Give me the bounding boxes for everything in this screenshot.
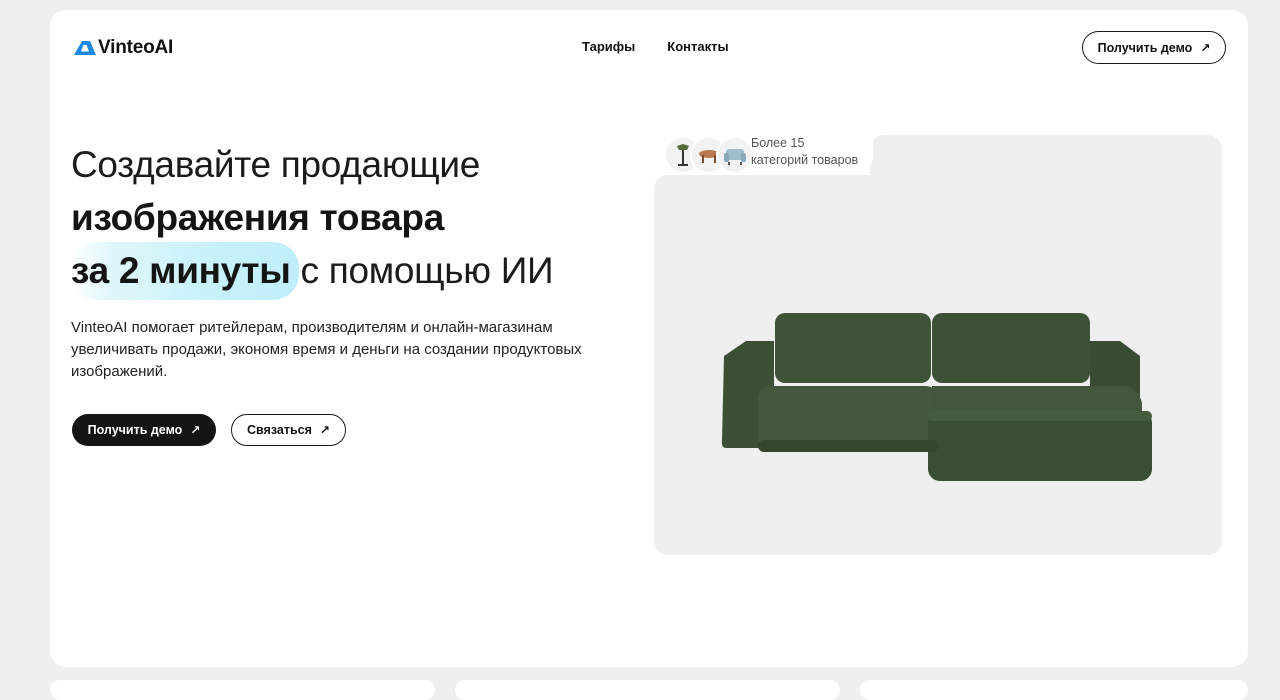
main-nav: Тарифы Контакты xyxy=(582,39,729,54)
arrow-up-right-icon: ↗ xyxy=(1200,40,1211,55)
primary-demo-button[interactable]: Получить демо ↗ xyxy=(72,414,216,446)
header-demo-button[interactable]: Получить демо ↗ xyxy=(1082,31,1226,64)
nav-item-contacts[interactable]: Контакты xyxy=(667,39,728,54)
header-demo-label: Получить демо xyxy=(1097,40,1193,55)
badge-line-2: категорий товаров xyxy=(751,153,859,167)
next-card-2 xyxy=(455,680,840,700)
badge-line-1: Более 15 xyxy=(751,136,805,150)
sofa-image xyxy=(721,313,1152,481)
nav-item-pricing[interactable]: Тарифы xyxy=(582,39,635,54)
headline-line-1: Создавайте продающие xyxy=(71,144,481,185)
category-thumbnails xyxy=(664,136,754,174)
armchair-thumbnail xyxy=(716,136,754,174)
logo-icon xyxy=(74,41,96,55)
brand-name: VinteoAI xyxy=(98,37,174,58)
armchair-icon xyxy=(724,149,746,165)
hero-card: VinteoAI Тарифы Контакты Получить демо ↗… xyxy=(50,10,1248,667)
next-card-3 xyxy=(860,680,1248,700)
categories-badge-text: Более 15 категорий товаров xyxy=(751,135,858,169)
arrow-up-right-icon: ↗ xyxy=(319,423,330,437)
primary-demo-label: Получить демо xyxy=(87,423,183,437)
headline-line-2: изображения товара xyxy=(71,197,444,238)
hero-description: VinteoAI помогает ритейлерам, производит… xyxy=(71,319,582,380)
contact-button[interactable]: Связаться ↗ xyxy=(231,414,346,446)
contact-label: Связаться xyxy=(247,423,312,437)
headline-highlight: за 2 минуты xyxy=(71,242,299,300)
arrow-up-right-icon: ↗ xyxy=(190,423,201,437)
brand-logo[interactable]: VinteoAI xyxy=(74,37,173,59)
next-card-1 xyxy=(50,680,435,700)
headline-line-3: за 2 минуты с помощью ИИ xyxy=(71,242,554,300)
